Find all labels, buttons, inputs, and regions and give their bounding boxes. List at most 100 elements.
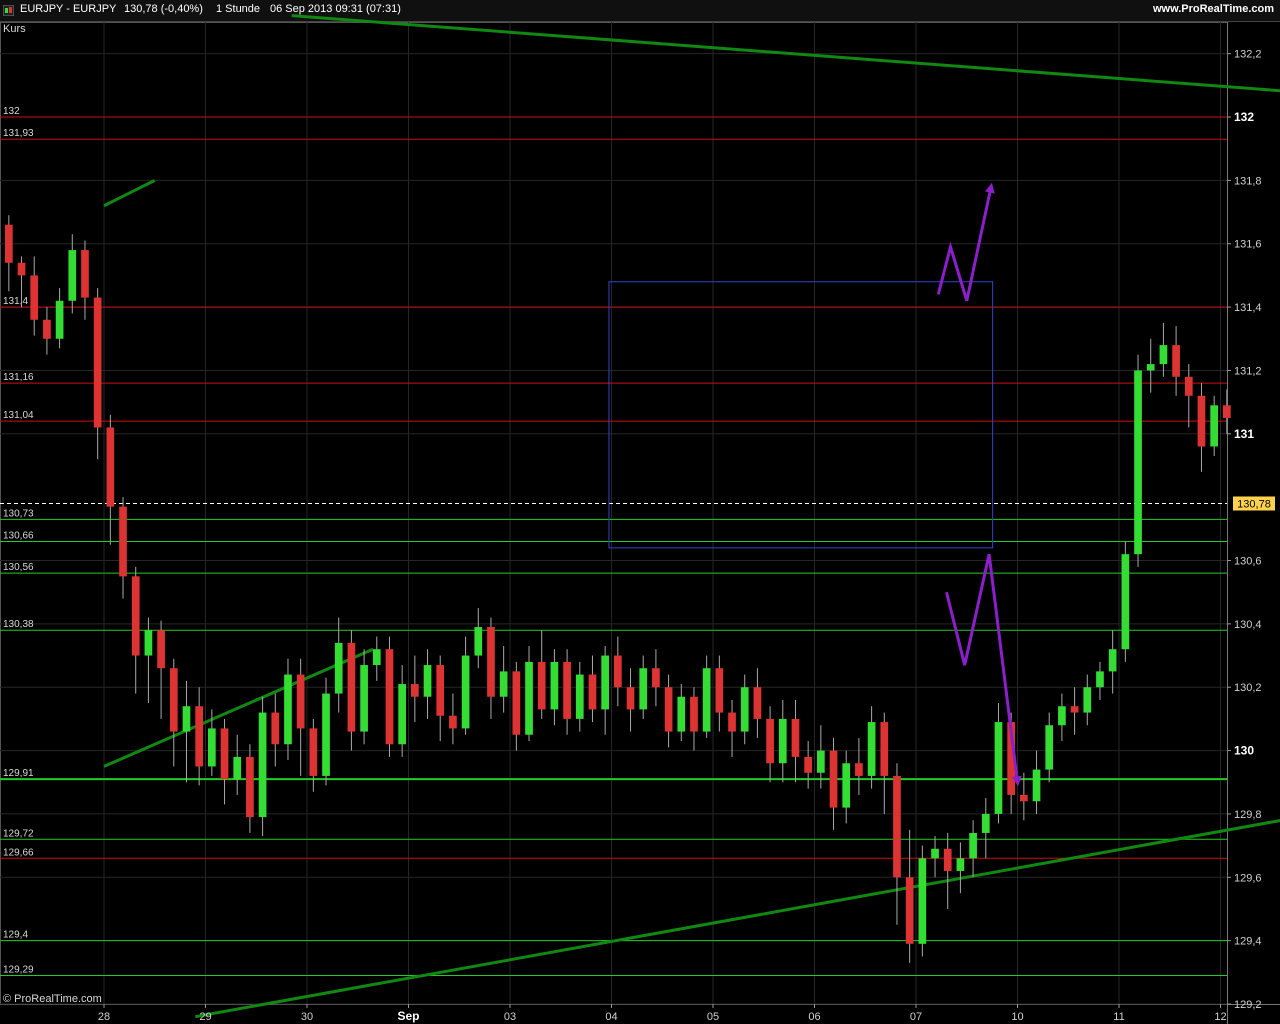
x-tick-label: 11 — [1113, 1011, 1124, 1023]
level-label: 130,73 — [3, 508, 34, 519]
trendline — [291, 14, 1280, 93]
candle-body — [829, 750, 838, 808]
y-tick-label: 130 — [1234, 744, 1254, 758]
candle-body — [93, 297, 102, 428]
candle-body — [677, 696, 686, 732]
candle-body — [1121, 554, 1130, 650]
x-tick-label: 06 — [808, 1011, 820, 1023]
candle-body — [956, 858, 965, 871]
candle-body — [931, 848, 939, 859]
level-label: 132 — [3, 106, 20, 117]
candle-body — [411, 684, 419, 697]
level-label: 129,4 — [3, 930, 28, 941]
candle-body — [322, 693, 330, 776]
candle-body — [664, 687, 673, 732]
candle-body — [144, 630, 153, 656]
y-tick-label: 130,6 — [1234, 556, 1262, 568]
projections — [936, 182, 1022, 787]
candle-body — [918, 858, 927, 944]
level-label: 131,93 — [3, 128, 34, 139]
candle-body — [347, 642, 356, 732]
candle-body — [905, 877, 914, 944]
candle-body — [1083, 687, 1092, 713]
x-tick-label: 29 — [199, 1011, 211, 1023]
y-tick-label: 129,6 — [1234, 872, 1262, 884]
candle-body — [537, 661, 546, 710]
candle-body — [157, 630, 165, 669]
candle-body — [981, 813, 990, 833]
x-tick-label: 12 — [1214, 1011, 1226, 1023]
candle-body — [893, 775, 901, 878]
candles — [5, 215, 1231, 963]
x-tick-label: 04 — [605, 1011, 617, 1023]
candle-body — [804, 756, 812, 773]
candle-body — [575, 674, 584, 719]
candle-body — [284, 674, 292, 745]
candle-body — [1197, 395, 1206, 447]
candle-body — [525, 661, 533, 735]
candle-body — [855, 763, 863, 776]
x-tick-label: 28 — [98, 1011, 110, 1023]
price-chart[interactable]: 132 131,93 131,4 131,16 131,04 130,73 130,66 13… — [0, 0, 1280, 1024]
candle-body — [43, 319, 51, 339]
candle-body — [233, 756, 242, 780]
candle-body — [778, 718, 787, 764]
range-box — [608, 281, 994, 549]
candle-body — [1070, 706, 1079, 713]
candle-body — [436, 665, 445, 716]
candle-body — [106, 427, 115, 507]
trendline — [195, 819, 1280, 1019]
candle-body — [880, 722, 889, 776]
candle-body — [601, 655, 609, 710]
candle-body — [360, 665, 368, 732]
level-label: 131,16 — [3, 372, 34, 383]
x-tick-label: Sep — [397, 1009, 419, 1023]
y-tick-label: 130,2 — [1234, 682, 1262, 694]
candle-body — [474, 627, 483, 656]
candle-body — [169, 668, 178, 732]
candle-body — [550, 661, 559, 710]
trendline — [103, 179, 156, 208]
candle-body — [246, 756, 254, 818]
candle-body — [423, 665, 432, 697]
candle-body — [652, 668, 660, 688]
level-label: 129,72 — [3, 828, 34, 839]
footer-copyright: © ProRealTime.com — [3, 993, 102, 1005]
x-tick-label: 05 — [707, 1011, 719, 1023]
x-tick-label: 30 — [301, 1011, 313, 1023]
candle-body — [867, 722, 876, 776]
candle-body — [5, 224, 13, 263]
candle-body — [119, 506, 127, 577]
candle-body — [791, 718, 800, 757]
projection-down — [945, 553, 1022, 787]
candle-body — [208, 728, 216, 767]
candle-body — [1146, 364, 1155, 371]
candle-body — [1020, 794, 1028, 802]
x-tick-label: 03 — [504, 1011, 516, 1023]
level-label: 130,38 — [3, 619, 34, 630]
candle-body — [385, 649, 394, 745]
candle-body — [68, 250, 77, 301]
candle-body — [30, 275, 39, 320]
candle-body — [1108, 649, 1117, 672]
candle-body — [182, 706, 191, 732]
current-price-label: 130,78 — [1237, 498, 1271, 510]
candle-body — [994, 722, 1003, 814]
y-tick-label: 132 — [1234, 110, 1254, 124]
candle-body — [461, 655, 470, 729]
candle-body — [588, 674, 597, 710]
candle-body — [626, 687, 635, 710]
candle-body — [1223, 405, 1231, 418]
y-tick-label: 129,4 — [1234, 936, 1262, 948]
y-tick-label: 131,2 — [1234, 365, 1262, 377]
candle-body — [1045, 725, 1054, 770]
candle-body — [614, 655, 622, 688]
candle-body — [690, 696, 698, 732]
candle-body — [296, 674, 305, 729]
level-label: 131,04 — [3, 410, 34, 421]
candle-body — [943, 848, 952, 871]
candle-body — [702, 668, 711, 732]
candle-body — [81, 250, 89, 298]
candle-body — [1096, 671, 1104, 688]
candle-body — [715, 668, 724, 713]
